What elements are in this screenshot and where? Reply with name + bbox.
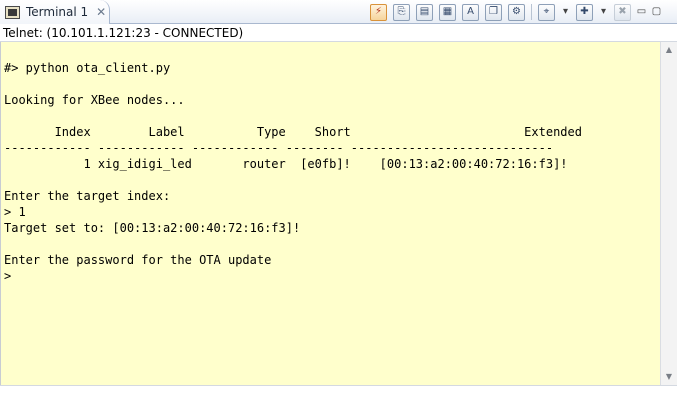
- maximize-icon[interactable]: ▢: [652, 4, 661, 21]
- terminal-line: 1 xig_idigi_led router [e0fb]! [00:13:a2…: [4, 157, 568, 171]
- terminal-icon: [5, 5, 20, 19]
- remove-icon[interactable]: ✖: [614, 3, 631, 21]
- terminal-line: #> python ota_client.py: [4, 61, 171, 75]
- connection-status: Telnet: (10.101.1.121:23 - CONNECTED): [0, 24, 677, 42]
- terminal-line: Enter the target index:: [4, 189, 171, 203]
- terminal-line: > 1: [4, 205, 26, 219]
- scroll-down-icon[interactable]: ▼: [661, 369, 677, 385]
- new-terminal-dropdown-icon[interactable]: ▾: [599, 4, 608, 21]
- disconnect-icon[interactable]: ⎘: [393, 3, 410, 21]
- terminal-line: Index Label Type Short Extended: [4, 125, 582, 139]
- vertical-scrollbar[interactable]: ▲ ▼: [660, 42, 677, 385]
- terminal-line: ------------ ------------ ------------ -…: [4, 141, 554, 155]
- terminal-prompt[interactable]: >: [4, 268, 582, 284]
- bottom-border: [0, 385, 677, 403]
- minimize-icon[interactable]: ▭: [637, 4, 646, 21]
- pin-dropdown-icon[interactable]: ▾: [561, 4, 570, 21]
- view-toolbar: ⚡ ⎘ ▤ ▦ A ❐ ⚙ ⌖ ▾ ✚ ▾ ✖ ▭ ▢: [370, 3, 667, 21]
- toolbar-separator: [531, 4, 532, 20]
- new-terminal-icon[interactable]: ✚: [576, 3, 593, 21]
- clear-icon[interactable]: A: [462, 3, 479, 21]
- tab-terminal-1[interactable]: Terminal 1 ✕: [0, 0, 110, 24]
- tab-title: Terminal 1: [26, 5, 89, 19]
- scroll-up-icon[interactable]: ▲: [661, 42, 677, 58]
- close-icon[interactable]: ✕: [96, 6, 106, 18]
- terminal-line: Target set to: [00:13:a2:00:40:72:16:f3]…: [4, 221, 301, 235]
- terminal-line: Enter the password for the OTA update: [4, 253, 272, 267]
- connect-icon[interactable]: ⚡: [370, 3, 387, 21]
- pin-icon[interactable]: ⌖: [538, 3, 555, 21]
- copy-icon[interactable]: ❐: [485, 3, 502, 21]
- scroll-lock-icon[interactable]: ▦: [439, 3, 456, 21]
- remote-command-icon[interactable]: ▤: [416, 3, 433, 21]
- terminal-text: #> python ota_client.py Looking for XBee …: [4, 60, 582, 284]
- terminal-output[interactable]: #> python ota_client.py Looking for XBee …: [0, 42, 660, 385]
- settings-icon[interactable]: ⚙: [508, 3, 525, 21]
- view-tab-bar: Terminal 1 ✕ ⚡ ⎘ ▤ ▦ A ❐ ⚙ ⌖ ▾ ✚ ▾ ✖ ▭ ▢: [0, 0, 677, 24]
- terminal-line: Looking for XBee nodes...: [4, 93, 185, 107]
